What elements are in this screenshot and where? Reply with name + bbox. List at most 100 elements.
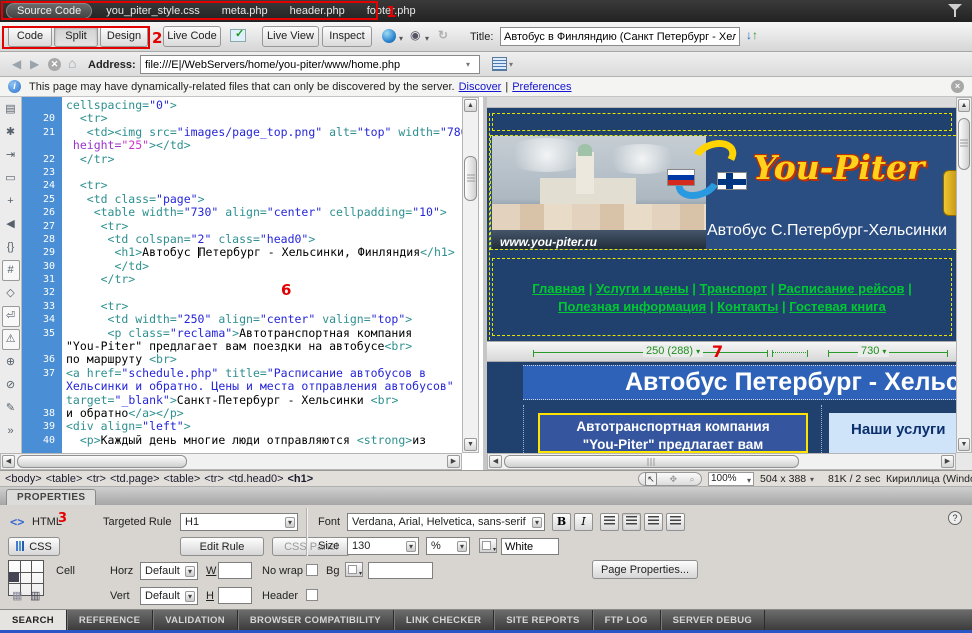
scroll-left-icon[interactable]: ◀ [489,455,502,468]
nav-link[interactable]: Главная [532,281,585,296]
scroll-down-icon[interactable]: ▼ [464,438,477,451]
remove-comment-icon[interactable]: ⊘ [2,375,20,396]
line-numbers-icon[interactable]: # [2,260,20,281]
address-list-icon[interactable] [492,57,507,71]
align-left-button[interactable] [600,513,619,531]
design-horizontal-scrollbar[interactable]: ◀ ▶ [487,453,956,470]
select-parent-tag-icon[interactable]: ◀ [2,214,20,235]
nav-link[interactable]: Расписание рейсов [778,281,904,296]
font-select[interactable]: Verdana, Arial, Helvetica, sans-serif [347,513,545,531]
panel-tab[interactable]: REFERENCE [67,610,153,630]
site-banner[interactable]: www.you-piter.ru You-Piter Автобус С.Пет… [490,135,956,250]
bg-color-swatch[interactable] [345,562,363,577]
visual-aids-dropdown-icon[interactable]: ▾ [425,34,429,43]
height-input[interactable] [218,587,252,604]
css-mode-button[interactable]: CSS [8,537,60,556]
stop-icon[interactable]: ✕ [48,58,61,71]
balance-braces-icon[interactable]: {} [2,237,20,258]
format-source-icon[interactable]: ✎ [2,398,20,419]
live-code-button[interactable]: Live Code [163,26,221,47]
panel-tab[interactable]: LINK CHECKER [394,610,494,630]
align-justify-button[interactable] [666,513,685,531]
expand-all-icon[interactable]: + [2,191,20,212]
column-width-guide-mid[interactable] [772,352,808,353]
panel-tab[interactable]: SEARCH [0,610,67,630]
tag-selector-item[interactable]: <td.head0> [228,473,284,485]
related-file-tab[interactable]: meta.php [222,5,268,17]
code-hscroll-thumb[interactable] [17,455,187,468]
code-view-pane[interactable]: ▤✱⇥▭+◀{}#◇⏎⚠⊕⊘✎» cellspacing="0">20 <tr>… [0,97,483,470]
live-view-button[interactable]: Live View [262,26,319,47]
select-tool-icon[interactable]: ↖ [645,472,657,486]
table-width-label[interactable]: 730 ▾ [858,345,889,357]
edit-rule-button[interactable]: Edit Rule [180,537,264,556]
address-dropdown-icon[interactable]: ▾ [466,60,470,69]
tag-selector-item[interactable]: <table> [46,473,83,485]
discover-link[interactable]: Discover [459,81,502,93]
nav-link[interactable]: Контакты [717,299,778,314]
filter-related-files-icon[interactable] [948,4,962,17]
address-list-dropdown-icon[interactable]: ▾ [509,60,513,69]
code-view-button[interactable]: Code [8,26,52,47]
address-input[interactable] [140,55,480,74]
related-file-tab[interactable]: header.php [290,5,345,17]
more-icon[interactable]: » [2,421,20,442]
back-icon[interactable]: ◀ [12,57,21,71]
horz-select[interactable]: Default [140,562,198,580]
design-vertical-scrollbar[interactable]: ▲ ▼ [956,97,972,453]
table-width-menu-icon[interactable]: ▾ [882,347,886,356]
width-menu-icon[interactable]: ▾ [696,347,700,356]
split-view-button[interactable]: Split [54,26,98,47]
panel-tab[interactable]: VALIDATION [153,610,238,630]
page-top-image-row[interactable] [492,113,952,131]
services-box[interactable]: Наши услуги [829,413,956,453]
align-right-button[interactable] [644,513,663,531]
nav-link[interactable]: Гостевая книга [789,299,886,314]
text-color-swatch[interactable] [479,538,497,553]
design-view-pane[interactable]: www.you-piter.ru You-Piter Автобус С.Пет… [487,97,972,470]
targeted-rule-select[interactable]: H1 [180,513,298,531]
code-editor[interactable]: cellspacing="0">20 <tr>21 <td><img src="… [22,99,462,451]
text-color-input[interactable] [501,538,559,555]
tag-selector-item[interactable]: <body> [5,473,42,485]
preferences-link[interactable]: Preferences [512,81,571,93]
word-wrap-icon[interactable]: ⏎ [2,306,20,327]
snippets-icon[interactable]: ✱ [2,122,20,143]
preview-dropdown-icon[interactable]: ▾ [399,34,403,43]
vert-select[interactable]: Default [140,587,198,605]
window-size-select[interactable]: 504 x 388 ▾ [760,473,814,485]
scroll-up-icon[interactable]: ▲ [958,99,970,112]
size-select[interactable]: 130 [347,537,419,555]
highlight-invalid-code-icon[interactable]: ◇ [2,283,20,304]
document-title-input[interactable] [500,27,740,46]
code-vertical-scrollbar[interactable]: ▲ ▼ [462,97,479,453]
tag-selector-item[interactable]: <h1> [288,473,314,485]
tag-selector-item[interactable]: <td.page> [110,473,160,485]
width-input[interactable] [218,562,252,579]
code-scroll-thumb[interactable] [464,156,477,201]
design-hscroll-thumb[interactable] [504,455,799,468]
refresh-icon[interactable]: ↻ [438,28,448,42]
tag-selector-item[interactable]: <tr> [204,473,224,485]
source-code-tab[interactable]: Source Code [6,3,92,19]
page-properties-button[interactable]: Page Properties... [592,560,698,579]
magnification-select[interactable]: 100%▾ [708,472,754,486]
bg-color-input[interactable] [368,562,433,579]
align-center-button[interactable] [622,513,641,531]
nav-link[interactable]: Услуги и цены [596,281,689,296]
scroll-up-icon[interactable]: ▲ [464,99,477,112]
inspect-button[interactable]: Inspect [322,26,372,47]
bold-button[interactable]: B [552,513,571,531]
scroll-right-icon[interactable]: ▶ [941,455,954,468]
forward-icon[interactable]: ▶ [30,57,39,71]
scroll-left-icon[interactable]: ◀ [2,455,15,468]
page-heading[interactable]: Автобус Петербург - Хельсинки [523,365,956,400]
design-scroll-thumb[interactable] [958,118,970,170]
tag-selector-item[interactable]: <table> [164,473,201,485]
merge-cells-icon[interactable]: ▦ [12,589,22,602]
hand-tool-icon[interactable]: ✥ [669,473,677,485]
properties-tab[interactable]: PROPERTIES [6,489,96,505]
collapse-full-tag-icon[interactable]: ⇥ [2,145,20,166]
italic-button[interactable]: I [574,513,593,531]
home-icon[interactable]: ⌂ [68,55,76,71]
